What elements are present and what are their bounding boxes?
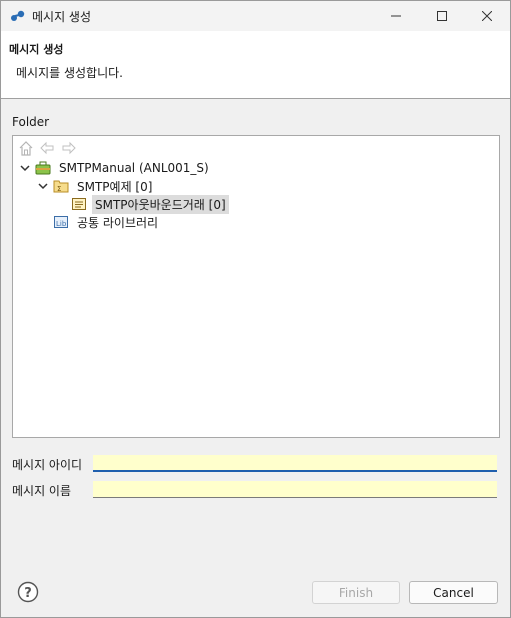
- tree-item-label: SMTP아웃바운드거래 [0]: [92, 194, 229, 214]
- tree-item-transaction[interactable]: SMTP아웃바운드거래 [0]: [71, 194, 229, 214]
- forward-arrow-icon[interactable]: [61, 140, 77, 156]
- home-icon[interactable]: [19, 140, 33, 156]
- help-icon[interactable]: ?: [17, 581, 39, 603]
- svg-text:?: ?: [24, 586, 32, 601]
- window-title: 메시지 생성: [32, 10, 92, 24]
- svg-text:Lib: Lib: [56, 220, 67, 228]
- back-arrow-icon[interactable]: [39, 140, 55, 156]
- library-icon: Lib: [54, 216, 68, 228]
- app-logo-icon: [11, 10, 25, 21]
- message-id-label: 메시지 아이디: [12, 458, 83, 472]
- wizard-header: 메시지 생성 메시지를 생성합니다.: [1, 31, 510, 99]
- maximize-button[interactable]: [419, 1, 465, 31]
- tree-nav-bar: [19, 140, 77, 156]
- close-button[interactable]: [464, 1, 510, 31]
- minimize-icon: [391, 15, 401, 17]
- minimize-button[interactable]: [373, 1, 419, 31]
- chevron-down-icon[interactable]: [37, 180, 49, 192]
- message-id-field[interactable]: [93, 455, 497, 472]
- finish-button[interactable]: Finish: [312, 581, 400, 604]
- message-name-label: 메시지 이름: [12, 484, 72, 498]
- maximize-icon: [437, 11, 447, 21]
- dialog-window: 메시지 생성 메시지 생성 메시지를 생성합니다. Folder SMTPMan…: [0, 0, 511, 618]
- folder-label: Folder: [12, 115, 50, 129]
- close-icon: [482, 11, 492, 21]
- title-bar[interactable]: 메시지 생성: [1, 1, 510, 31]
- tree-item-project[interactable]: SMTPManual (ANL001_S): [19, 159, 212, 177]
- tree-item-label: SMTPManual (ANL001_S): [59, 161, 209, 175]
- svg-text:Σ: Σ: [57, 185, 61, 193]
- chevron-down-icon[interactable]: [19, 162, 31, 174]
- transaction-icon: [72, 198, 86, 210]
- cancel-button[interactable]: Cancel: [409, 581, 498, 604]
- project-icon: [35, 161, 51, 175]
- package-folder-icon: Σ: [53, 180, 69, 193]
- tree-item-label: SMTP예제 [0]: [77, 179, 153, 194]
- header-title: 메시지 생성: [9, 43, 64, 56]
- tree-item-package[interactable]: Σ SMTP예제 [0]: [37, 177, 155, 195]
- header-description: 메시지를 생성합니다.: [16, 66, 123, 80]
- folder-tree[interactable]: SMTPManual (ANL001_S) Σ SMTP예제 [0] SMTP아…: [12, 135, 500, 438]
- message-name-field[interactable]: [93, 481, 497, 498]
- tree-item-library[interactable]: Lib 공통 라이브러리: [53, 213, 161, 231]
- tree-item-label: 공통 라이브러리: [77, 215, 159, 230]
